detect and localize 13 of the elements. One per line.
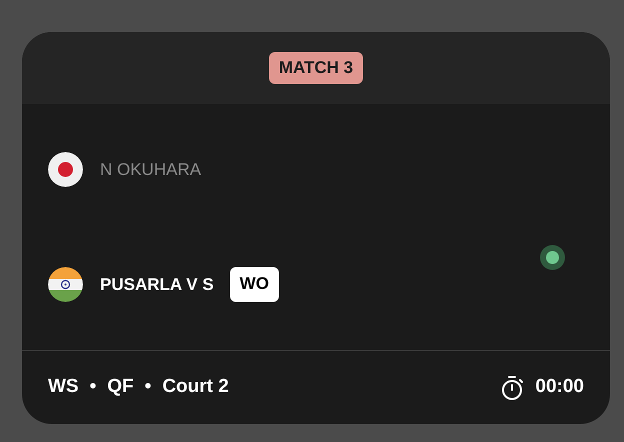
match-detail: WS xyxy=(48,375,79,400)
flag-icon xyxy=(48,267,83,302)
separator-dot: • xyxy=(144,375,152,400)
match-detail: QF xyxy=(107,375,134,400)
player-name: PUSARLA V S xyxy=(100,274,214,296)
match-detail: Court 2 xyxy=(162,375,229,400)
match-label: MATCH 3 xyxy=(268,52,364,84)
walkover-badge: WO xyxy=(230,267,279,302)
flag-icon xyxy=(48,152,83,187)
player-name: N OKUHARA xyxy=(100,158,202,181)
timer: 00:00 xyxy=(535,375,584,400)
stopwatch-icon xyxy=(501,374,526,400)
separator-dot: • xyxy=(90,375,96,400)
